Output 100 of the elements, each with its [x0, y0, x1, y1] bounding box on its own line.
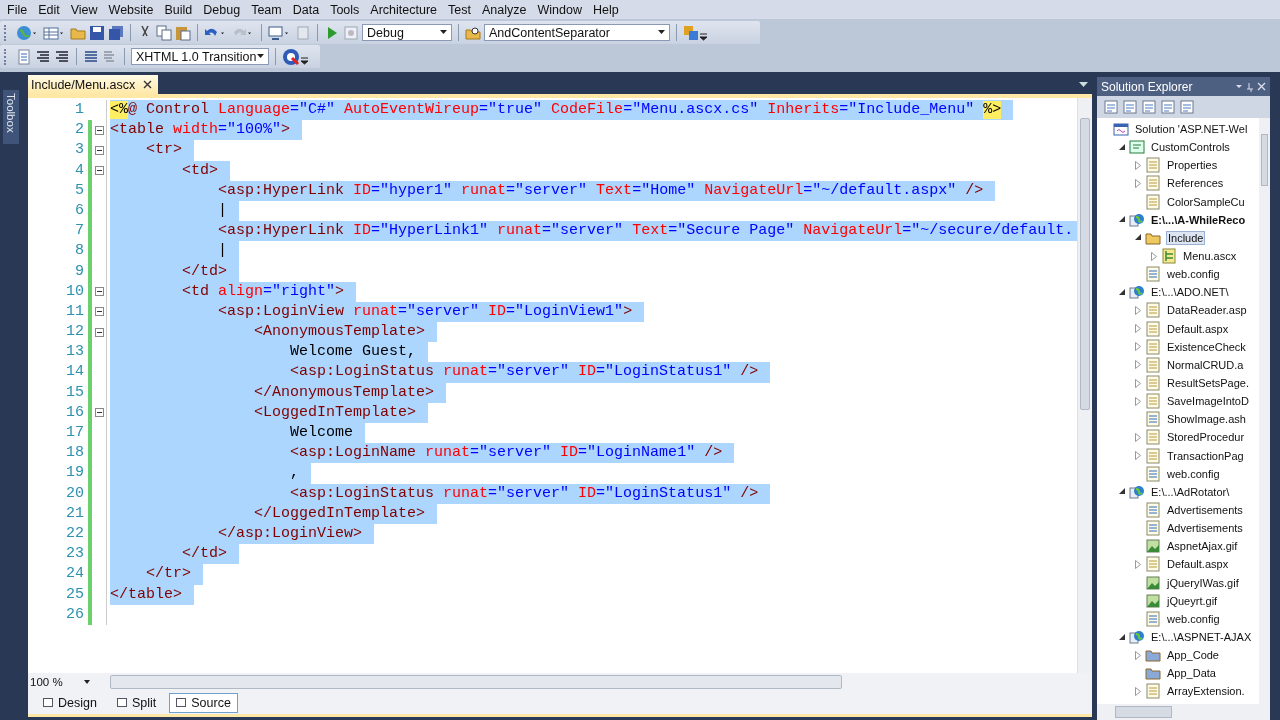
tree-item[interactable]: web.config — [1166, 612, 1221, 625]
tree-item[interactable]: CustomControls — [1150, 141, 1231, 154]
scrollbar[interactable] — [110, 675, 842, 689]
collapsed-arrow-icon[interactable] — [1151, 251, 1157, 261]
collapse-icon[interactable] — [94, 408, 104, 418]
tree-item[interactable]: web.config — [1166, 467, 1221, 480]
menu-item[interactable]: Tools — [325, 2, 366, 17]
menu-item[interactable]: Data — [287, 2, 326, 17]
expanded-arrow-icon[interactable] — [1134, 234, 1142, 242]
toolbar-icon[interactable] — [1179, 99, 1195, 115]
tree-item[interactable]: ResultSetsPage. — [1166, 377, 1250, 390]
collapsed-arrow-icon[interactable] — [1135, 179, 1141, 188]
scrollbar[interactable] — [1259, 118, 1270, 704]
scrollbar[interactable] — [1077, 98, 1092, 673]
tree-item[interactable]: SaveImageIntoD — [1166, 395, 1250, 408]
collapse-icon[interactable] — [94, 307, 104, 317]
tree-item[interactable]: Properties — [1166, 159, 1219, 172]
save-icon[interactable] — [89, 24, 105, 41]
menu-item[interactable]: File — [2, 2, 34, 17]
tree-item[interactable]: StoredProcedur — [1166, 431, 1246, 444]
view-tab[interactable]: Split — [109, 692, 164, 713]
tree-item[interactable]: Advertisements — [1166, 522, 1244, 535]
tree-item[interactable]: jQueryIWas.gif — [1166, 576, 1240, 589]
menu-item[interactable]: Test — [443, 2, 477, 17]
grid-icon[interactable] — [43, 24, 59, 41]
tree-item[interactable]: Solution 'ASP.NET-Wel — [1134, 123, 1249, 136]
zoom-dropdown[interactable]: 100 % — [30, 676, 94, 688]
menu-item[interactable]: Build — [159, 2, 199, 17]
expanded-arrow-icon[interactable] — [1118, 288, 1126, 296]
tree-item[interactable]: Default.aspx — [1166, 322, 1230, 335]
collapse-icon[interactable] — [94, 125, 104, 135]
tree-item[interactable]: DataReader.asp — [1166, 304, 1248, 317]
copy-icon[interactable] — [156, 24, 172, 41]
list-icon[interactable] — [35, 48, 51, 65]
tree-item[interactable]: References — [1166, 177, 1225, 190]
menu-item[interactable]: Debug — [198, 2, 247, 17]
tree-item[interactable]: TransactionPag — [1166, 449, 1245, 462]
scrollbar[interactable] — [1097, 704, 1270, 720]
menu-item[interactable]: Website — [103, 2, 160, 17]
menu-item[interactable]: View — [65, 2, 104, 17]
list-icon[interactable] — [54, 48, 70, 65]
collapsed-arrow-icon[interactable] — [1135, 342, 1141, 352]
configuration-dropdown[interactable]: Debug — [362, 24, 452, 41]
collapse-icon[interactable] — [94, 145, 104, 155]
tree-item[interactable]: App_Data — [1166, 667, 1217, 680]
menu-item[interactable]: Edit — [33, 2, 66, 17]
page-icon[interactable] — [295, 24, 311, 41]
tree-item[interactable]: ArrayExtension. — [1166, 685, 1246, 698]
tree-item[interactable]: web.config — [1166, 268, 1221, 281]
close-icon[interactable] — [143, 80, 153, 89]
tree-item[interactable]: E:\...\ADO.NET\ — [1150, 286, 1230, 299]
tree-item[interactable]: jQueyrt.gif — [1166, 594, 1219, 607]
window-icon[interactable] — [268, 24, 284, 41]
view-tab[interactable]: Design — [36, 692, 104, 713]
tree-item[interactable]: NormalCRUD.a — [1166, 358, 1245, 371]
toolbar-icon[interactable] — [1141, 99, 1157, 115]
collapsed-arrow-icon[interactable] — [1135, 432, 1141, 442]
align-icon[interactable] — [83, 48, 99, 65]
view-tab[interactable]: Source — [169, 692, 238, 713]
collapsed-arrow-icon[interactable] — [1135, 559, 1141, 569]
tree-item[interactable]: Menu.ascx — [1182, 250, 1238, 263]
collapsed-arrow-icon[interactable] — [1135, 451, 1141, 461]
caret-icon[interactable] — [1079, 82, 1088, 88]
tree-item[interactable]: AspnetAjax.gif — [1166, 540, 1239, 553]
collapsed-arrow-icon[interactable] — [1135, 378, 1141, 388]
tree-item[interactable]: Advertisements — [1166, 504, 1244, 516]
expanded-arrow-icon[interactable] — [1118, 216, 1126, 224]
collapse-icon[interactable] — [94, 327, 104, 337]
toolbar-icon[interactable] — [1103, 99, 1119, 115]
tree-item[interactable]: ColorSampleCu — [1166, 195, 1246, 208]
find-dropdown[interactable]: AndContentSeparator — [484, 24, 670, 41]
collapsed-arrow-icon[interactable] — [1135, 686, 1141, 696]
collapsed-arrow-icon[interactable] — [1135, 160, 1141, 170]
toolbox-tab[interactable]: Toolbox — [3, 90, 19, 144]
menu-item[interactable]: Architecture — [365, 2, 444, 17]
tree-item[interactable]: E:\...\AdRotator\ — [1150, 485, 1231, 498]
tree-item[interactable]: E:\...\A-WhileReco — [1150, 213, 1247, 226]
tree-item[interactable]: ShowImage.ash — [1166, 413, 1247, 426]
menu-item[interactable]: Analyze — [476, 2, 533, 17]
schema-dropdown[interactable]: XHTML 1.0 Transition — [131, 48, 269, 65]
collapsed-arrow-icon[interactable] — [1135, 360, 1141, 370]
globe-icon[interactable] — [16, 24, 32, 41]
expanded-arrow-icon[interactable] — [1118, 633, 1126, 641]
tree-item[interactable]: ExistenceCheck — [1166, 340, 1247, 353]
save-all-icon[interactable] — [108, 24, 124, 41]
tree-item[interactable]: App_Code — [1166, 649, 1220, 662]
collapsed-arrow-icon[interactable] — [1135, 324, 1141, 334]
paste-icon[interactable] — [175, 24, 191, 41]
collapse-icon[interactable] — [94, 287, 104, 297]
collapsed-arrow-icon[interactable] — [1135, 305, 1141, 315]
collapsed-arrow-icon[interactable] — [1135, 650, 1141, 660]
menu-item[interactable]: Team — [246, 2, 288, 17]
toolbar-icon[interactable] — [1160, 99, 1176, 115]
expanded-arrow-icon[interactable] — [1118, 488, 1126, 496]
window-controls-icon[interactable] — [1236, 81, 1266, 92]
tree-item[interactable]: E:\...\ASPNET-AJAX — [1150, 631, 1253, 643]
tree-item[interactable]: Include — [1166, 230, 1206, 245]
menu-item[interactable]: Window — [532, 2, 588, 17]
collapse-icon[interactable] — [94, 166, 104, 176]
document-tab[interactable]: Include/Menu.ascx — [28, 75, 159, 94]
